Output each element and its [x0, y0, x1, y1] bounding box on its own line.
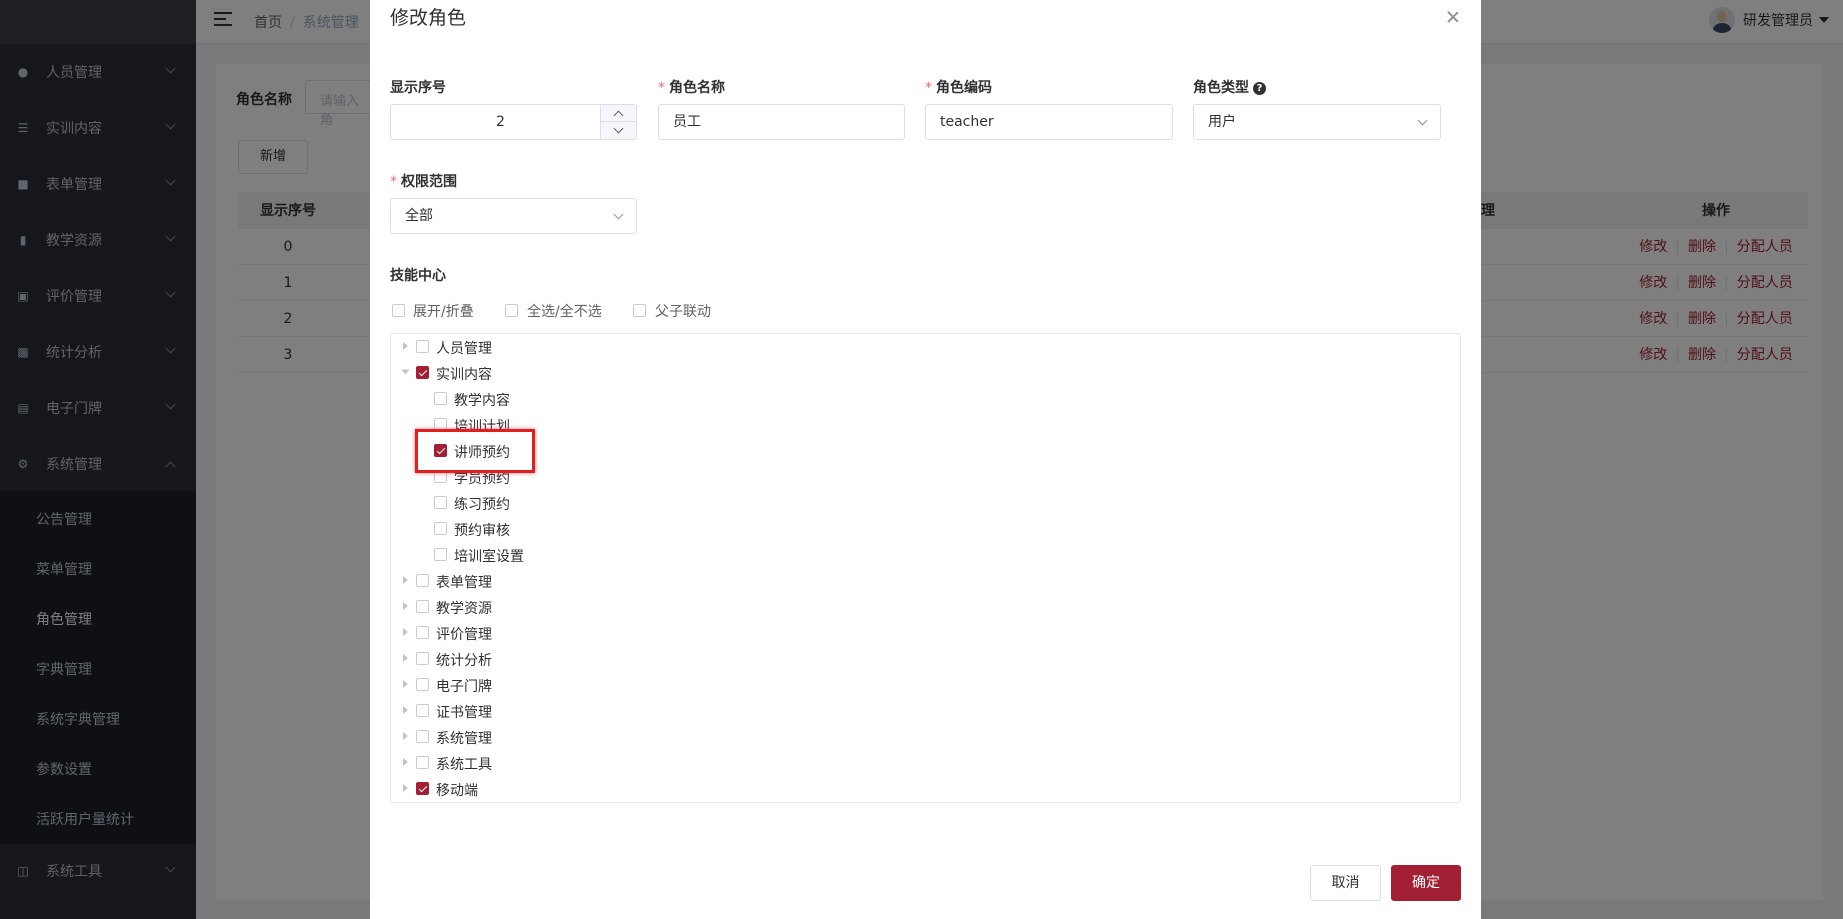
sort-value: 2	[496, 114, 505, 130]
parent-child-link-checkbox[interactable]	[633, 304, 646, 317]
code-label: * 角色编码	[925, 80, 992, 96]
tree-node[interactable]: 培训计划	[391, 412, 1460, 438]
chevron-down-icon	[613, 209, 624, 220]
tree-node-label: 培训室设置	[454, 549, 524, 565]
parent-child-link-label: 父子联动	[655, 304, 711, 320]
tree-node[interactable]: 系统工具	[391, 750, 1460, 776]
tree-node[interactable]: 评价管理	[391, 620, 1460, 646]
tree-node-checkbox[interactable]	[416, 782, 429, 795]
tree-node-label: 评价管理	[436, 627, 492, 643]
tree-node-label: 统计分析	[436, 653, 492, 669]
caret-right-icon[interactable]	[403, 732, 408, 740]
sort-stepper[interactable]: 2	[390, 104, 637, 140]
help-icon[interactable]: ?	[1253, 82, 1266, 95]
tree-node-checkbox[interactable]	[434, 392, 447, 405]
tree-node-checkbox[interactable]	[416, 366, 429, 379]
role-type-select[interactable]: 用户	[1193, 104, 1441, 140]
tree-node-checkbox[interactable]	[416, 600, 429, 613]
tree-node[interactable]: 移动端	[391, 776, 1460, 802]
tree-node-checkbox[interactable]	[416, 574, 429, 587]
role-name-input[interactable]: 员工	[658, 104, 905, 140]
caret-down-icon[interactable]	[401, 369, 410, 375]
caret-right-icon[interactable]	[403, 342, 408, 350]
tree-node-label: 电子门牌	[436, 679, 492, 695]
tree-node-label: 移动端	[436, 783, 478, 799]
increment-button[interactable]	[600, 105, 636, 122]
tree-node[interactable]: 表单管理	[391, 568, 1460, 594]
tree-node[interactable]: 人员管理	[391, 334, 1460, 360]
select-all-label: 全选/全不选	[527, 304, 602, 320]
tree-node[interactable]: 实训内容	[391, 360, 1460, 386]
tree-node[interactable]: 练习预约	[391, 490, 1460, 516]
tree-node-label: 系统管理	[436, 731, 492, 747]
tree-node-checkbox[interactable]	[416, 340, 429, 353]
tree-node-checkbox[interactable]	[434, 548, 447, 561]
scope-select[interactable]: 全部	[390, 198, 637, 234]
tree-node-label: 表单管理	[436, 575, 492, 591]
tree-node[interactable]: 教学内容	[391, 386, 1460, 412]
menu-permissions-label: 技能中心	[390, 268, 446, 284]
tree-node-checkbox[interactable]	[416, 756, 429, 769]
tree-node-label: 练习预约	[454, 497, 510, 513]
type-label: 角色类型?	[1193, 77, 1266, 97]
caret-right-icon[interactable]	[403, 706, 408, 714]
tree-node[interactable]: 学员预约	[391, 464, 1460, 490]
sort-label: 显示序号	[390, 80, 446, 96]
tree-node[interactable]: 证书管理	[391, 698, 1460, 724]
role-type-value: 用户	[1208, 114, 1236, 130]
edit-role-dialog: 修改角色 显示序号 2 * 角色名称 员工 * 角色编码 teacher 角色类型?…	[370, 0, 1481, 919]
scope-label: * 权限范围	[390, 174, 457, 190]
chevron-down-icon	[1417, 115, 1428, 126]
highlight-box	[415, 429, 535, 473]
tree-node[interactable]: 讲师预约	[391, 438, 1460, 464]
tree-node[interactable]: 培训室设置	[391, 542, 1460, 568]
caret-right-icon[interactable]	[403, 758, 408, 766]
caret-right-icon[interactable]	[403, 680, 408, 688]
tree-node[interactable]: 预约审核	[391, 516, 1460, 542]
caret-right-icon[interactable]	[403, 602, 408, 610]
expand-collapse-checkbox[interactable]	[392, 304, 405, 317]
role-code-input[interactable]: teacher	[925, 104, 1173, 140]
decrement-button[interactable]	[600, 122, 636, 139]
select-all-checkbox[interactable]	[505, 304, 518, 317]
tree-node[interactable]: 教学资源	[391, 594, 1460, 620]
dialog-title: 修改角色	[390, 7, 467, 29]
expand-collapse-label: 展开/折叠	[413, 304, 474, 320]
tree-node-label: 实训内容	[436, 367, 492, 383]
tree-node[interactable]: 系统管理	[391, 724, 1460, 750]
tree-node[interactable]: 电子门牌	[391, 672, 1460, 698]
tree-node-label: 教学资源	[436, 601, 492, 617]
tree-node-checkbox[interactable]	[416, 730, 429, 743]
cancel-button[interactable]: 取消	[1310, 865, 1381, 901]
caret-right-icon[interactable]	[403, 654, 408, 662]
tree-node-checkbox[interactable]	[434, 522, 447, 535]
tree-node-checkbox[interactable]	[416, 704, 429, 717]
tree-node[interactable]: 统计分析	[391, 646, 1460, 672]
tree-node-checkbox[interactable]	[416, 678, 429, 691]
scope-value: 全部	[405, 208, 433, 224]
tree-node-label: 证书管理	[436, 705, 492, 721]
menu-tree: 人员管理实训内容教学内容培训计划 讲师预约 学员预约练习预约预约审核培训室设置表单管…	[390, 333, 1461, 803]
tree-node-checkbox[interactable]	[434, 496, 447, 509]
caret-right-icon[interactable]	[403, 576, 408, 584]
caret-right-icon[interactable]	[403, 784, 408, 792]
tree-node-checkbox[interactable]	[416, 626, 429, 639]
tree-node-label: 预约审核	[454, 523, 510, 539]
confirm-button[interactable]: 确定	[1391, 865, 1461, 901]
close-icon[interactable]	[1445, 9, 1461, 25]
tree-node-label: 系统工具	[436, 757, 492, 773]
tree-node-label: 教学内容	[454, 393, 510, 409]
tree-node-checkbox[interactable]	[416, 652, 429, 665]
name-label: * 角色名称	[658, 80, 725, 96]
tree-node-label: 人员管理	[436, 341, 492, 357]
caret-right-icon[interactable]	[403, 628, 408, 636]
